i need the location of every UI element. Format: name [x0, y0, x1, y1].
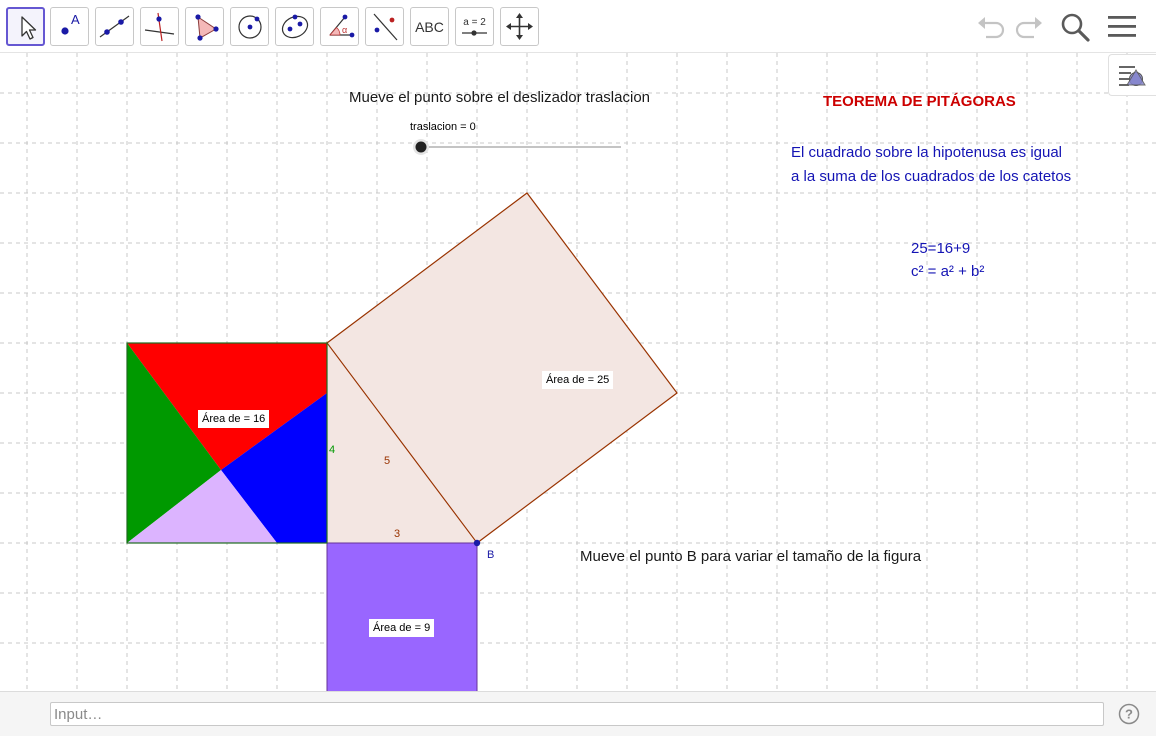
slider-tool-label: a = 2	[463, 17, 486, 28]
slider-tool-icon: a = 2	[462, 17, 487, 36]
point-b-instruction: Mueve el punto B para variar el tamaño d…	[580, 548, 922, 565]
equation-symbolic: c² = a² + b²	[911, 263, 985, 280]
angle-tool-icon: α	[329, 14, 355, 38]
conic-tool-icon	[281, 14, 309, 39]
polygon-tool[interactable]	[185, 7, 224, 46]
line-tool-icon	[99, 15, 130, 38]
move-tool[interactable]	[6, 7, 45, 46]
slider-instruction: Mueve el punto sobre el deslizador trasl…	[349, 89, 651, 106]
perpendicular-line-tool-icon	[144, 12, 175, 42]
point-b-label: B	[487, 549, 494, 561]
graphics-style-icon	[1119, 66, 1146, 86]
slider-tool[interactable]: a = 2	[455, 7, 494, 46]
undo-icon[interactable]	[974, 9, 1010, 45]
geogebra-app: A α ABC a = 2 4 3 5 B Mueve el punto sob…	[0, 0, 1156, 736]
svg-text:A: A	[71, 12, 80, 27]
point-tool[interactable]: A	[50, 7, 89, 46]
conic-tool[interactable]	[275, 7, 314, 46]
move-tool-icon	[21, 16, 37, 40]
svg-text:?: ?	[1125, 707, 1133, 722]
slider-handle[interactable]	[415, 141, 427, 153]
text-tool[interactable]: ABC	[410, 7, 449, 46]
reflect-tool-icon	[373, 13, 398, 41]
redo-icon[interactable]	[1010, 9, 1046, 45]
statement-line-1: El cuadrado sobre la hipotenusa es igual	[791, 144, 1063, 161]
perpendicular-line-tool[interactable]	[140, 7, 179, 46]
leg-b-square	[326, 542, 478, 691]
search-icon[interactable]	[1057, 9, 1093, 45]
style-bar-toggle[interactable]	[1108, 54, 1156, 96]
slider-label: traslacion = 0	[410, 121, 476, 133]
move-graphics-view-tool-icon	[506, 13, 533, 40]
side-b-label: 3	[394, 528, 400, 540]
graphics-view[interactable]: 4 3 5 B Mueve el punto sobre el deslizad…	[0, 53, 1156, 691]
statement-line-2: a la suma de los cuadrados de los cateto…	[791, 168, 1072, 185]
move-graphics-view-tool[interactable]	[500, 7, 539, 46]
reflect-tool[interactable]	[365, 7, 404, 46]
side-c-label: 5	[384, 455, 390, 467]
polygon-tool-icon	[195, 14, 219, 41]
help-icon[interactable]: ?	[1118, 703, 1140, 725]
point-tool-icon: A	[61, 12, 80, 35]
angle-tool[interactable]: α	[320, 7, 359, 46]
algebra-input-field[interactable]	[50, 702, 1104, 726]
menu-icon[interactable]	[1104, 9, 1140, 45]
area-label-leg-b: Área de = 9	[369, 619, 435, 637]
theorem-title: TEOREMA DE PITÁGORAS	[823, 93, 1016, 110]
side-a-label: 4	[329, 444, 335, 456]
svg-text:α: α	[342, 25, 347, 35]
input-bar: ?	[0, 691, 1156, 736]
circle-tool[interactable]	[230, 7, 269, 46]
line-tool[interactable]	[95, 7, 134, 46]
equation-numeric: 25=16+9	[911, 240, 971, 257]
circle-center-point-tool-icon	[238, 15, 262, 39]
text-tool-icon: ABC	[415, 18, 444, 35]
area-label-leg-a: Área de = 16	[198, 410, 270, 428]
toolbar: A α ABC a = 2	[0, 0, 1156, 53]
area-label-hypotenuse: Área de = 25	[542, 371, 614, 389]
point-b[interactable]	[473, 539, 481, 547]
